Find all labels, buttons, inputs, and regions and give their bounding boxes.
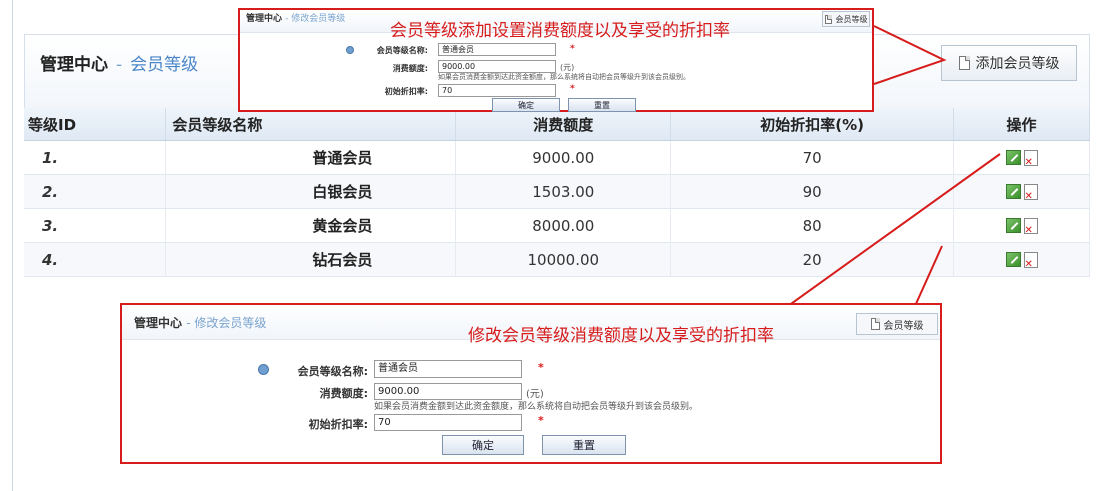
callout-caption: 修改会员等级消费额度以及享受的折扣率 — [468, 326, 774, 346]
level-name-label: 会员等级名称: — [376, 46, 428, 55]
connector-add — [873, 25, 947, 85]
add-level-callout: 管理中心 - 修改会员等级 会员等级 会员等级添加设置消费额度以及享受的折扣率 … — [238, 8, 874, 112]
callout-title-sub: - 修改会员等级 — [186, 316, 267, 330]
callout-title: 管理中心 - 修改会员等级 — [134, 314, 266, 331]
member-level-button-label: 会员等级 — [835, 14, 868, 24]
callout-title-sub: - 修改会员等级 — [285, 14, 346, 24]
callout-title-root: 管理中心 — [246, 14, 283, 24]
discount-input[interactable]: 70 — [438, 84, 556, 97]
document-icon — [824, 14, 832, 24]
amount-hint: 如果会员消费金额到达此资金额度，那么系统将自动把会员等级升到该会员级别。 — [438, 73, 690, 81]
document-icon — [870, 318, 880, 330]
level-name-label: 会员等级名称: — [297, 365, 368, 378]
discount-label: 初始折扣率: — [308, 418, 368, 431]
member-level-button[interactable]: 会员等级 — [822, 11, 870, 27]
amount-hint: 如果会员消费金额到达此资金额度，那么系统将自动把会员等级升到该会员级别。 — [374, 402, 699, 412]
amount-label: 消费额度: — [319, 387, 368, 400]
info-icon — [258, 364, 269, 375]
member-level-button-label: 会员等级 — [883, 320, 924, 332]
confirm-button[interactable]: 确定 — [442, 435, 524, 455]
required-mark: * — [570, 84, 575, 94]
member-level-button[interactable]: 会员等级 — [856, 313, 938, 335]
connector-edit — [784, 153, 1001, 307]
required-mark: * — [538, 361, 544, 374]
amount-label: 消费额度: — [392, 64, 428, 73]
amount-input[interactable]: 9000.00 — [374, 383, 522, 400]
amount-unit: (元) — [526, 389, 544, 400]
callout-caption: 会员等级添加设置消费额度以及享受的折扣率 — [390, 21, 730, 41]
discount-input[interactable]: 70 — [374, 414, 522, 431]
callout-title-root: 管理中心 — [134, 316, 183, 330]
reset-button[interactable]: 重置 — [542, 435, 626, 455]
required-mark: * — [538, 414, 544, 427]
required-mark: * — [570, 44, 575, 54]
confirm-button[interactable]: 确定 — [492, 98, 560, 112]
discount-label: 初始折扣率: — [384, 87, 428, 96]
info-icon — [346, 46, 354, 54]
edit-level-callout: 管理中心 - 修改会员等级 会员等级 修改会员等级消费额度以及享受的折扣率 会员… — [120, 303, 942, 464]
level-name-input[interactable]: 普通会员 — [438, 43, 556, 56]
reset-button[interactable]: 重置 — [568, 98, 636, 112]
callout-title: 管理中心 - 修改会员等级 — [246, 11, 345, 24]
level-name-input[interactable]: 普通会员 — [374, 360, 522, 378]
